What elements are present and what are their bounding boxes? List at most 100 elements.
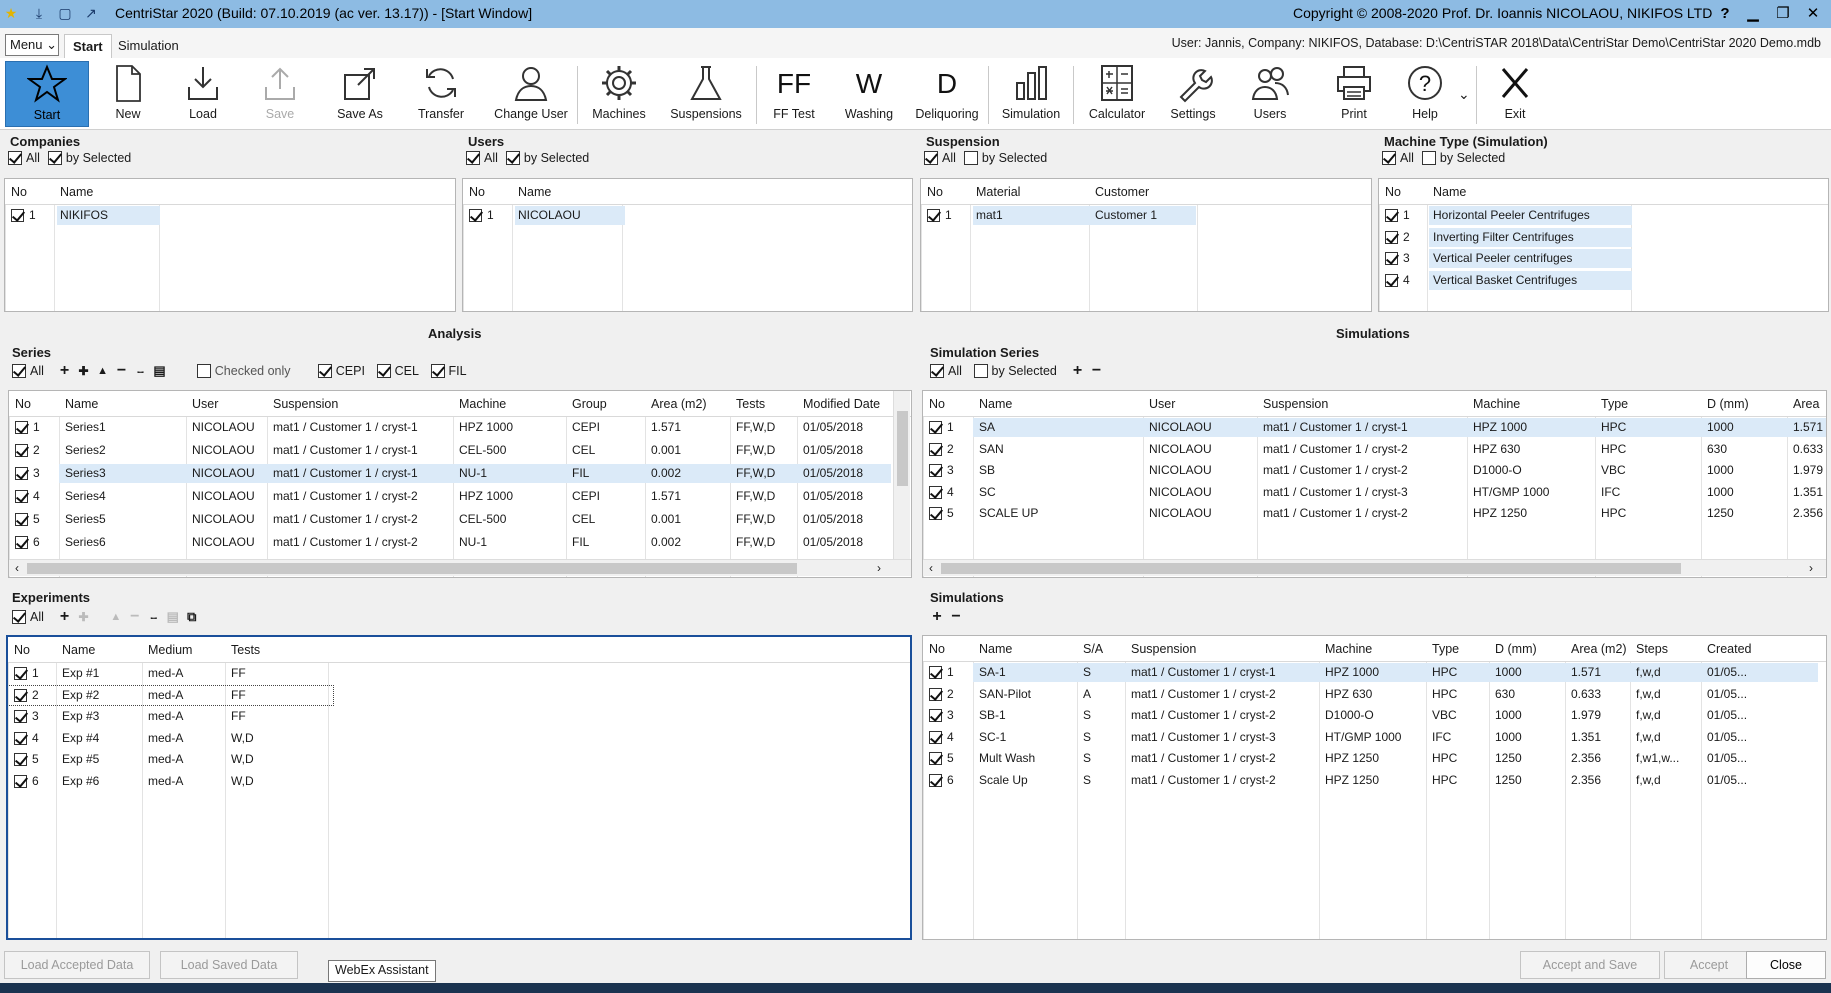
row-checkbox[interactable] (15, 467, 28, 481)
column-header[interactable]: Name (979, 642, 1012, 656)
row-checkbox[interactable] (929, 730, 942, 744)
table-row[interactable]: 3 SB NICOLAOU mat1 / Customer 1 / cryst-2 D1… (923, 461, 1826, 480)
row-checkbox[interactable] (927, 209, 940, 223)
row-checkbox[interactable] (929, 773, 942, 787)
column-header[interactable]: Created (1707, 642, 1751, 656)
row-checkbox[interactable] (1385, 209, 1398, 223)
row-checkbox[interactable] (15, 444, 28, 458)
table-row[interactable]: 2 Inverting Filter Centrifuges (1379, 227, 1828, 247)
ribbon-users-button[interactable]: Users (1240, 61, 1300, 127)
add-multiple-experiment-icon[interactable]: ✚ (75, 608, 93, 626)
machine-type-all-checkbox[interactable] (1382, 150, 1396, 165)
ribbon-help-button[interactable]: ? Help (1398, 61, 1452, 127)
table-row[interactable]: 3 Exp #3 med-A FF (8, 707, 910, 726)
column-header[interactable]: Suspension (1263, 397, 1328, 411)
column-header[interactable]: S/A (1083, 642, 1103, 656)
row-checkbox[interactable] (15, 513, 28, 527)
column-header[interactable]: D (mm) (1707, 397, 1749, 411)
remove-multiple-experiment-icon[interactable]: ⧿ (145, 608, 163, 626)
ribbon-settings-button[interactable]: Settings (1163, 61, 1223, 127)
row-checkbox[interactable] (929, 421, 942, 435)
ribbon-change-user-button[interactable]: Change User (490, 61, 572, 127)
help-dropdown-chevron-icon[interactable]: ⌄ (1458, 86, 1470, 103)
table-row[interactable]: 4 Series4 NICOLAOU mat1 / Customer 1 / crys… (9, 487, 911, 506)
ribbon-new-button[interactable]: New (103, 61, 153, 127)
row-checkbox[interactable] (15, 490, 28, 504)
ribbon-deliquoring-button[interactable]: D Deliquoring (910, 61, 984, 127)
column-header[interactable]: Machine (1325, 642, 1372, 656)
add-experiment-icon[interactable]: + (56, 608, 74, 626)
table-row[interactable]: 6 Scale Up Smat1 / Customer 1 / cryst-2 HPZ… (923, 771, 1826, 790)
ribbon-machines-button[interactable]: Machines (586, 61, 652, 127)
row-checkbox[interactable] (11, 209, 24, 223)
row-checkbox[interactable] (1385, 252, 1398, 266)
remove-simulation-icon[interactable]: − (947, 608, 965, 626)
accept-and-save-button[interactable]: Accept and Save (1520, 951, 1660, 979)
column-header[interactable]: No (15, 397, 31, 411)
table-row[interactable]: 3 SB-1 Smat1 / Customer 1 / cryst-2 D1000-O… (923, 706, 1826, 725)
column-header[interactable]: D (mm) (1495, 642, 1537, 656)
column-header[interactable]: No (929, 397, 945, 411)
experiment-move-up-icon[interactable]: ▲ (107, 608, 125, 626)
column-header[interactable]: No (14, 643, 30, 657)
row-checkbox[interactable] (14, 774, 27, 788)
sim-series-by-selected-checkbox[interactable] (973, 364, 988, 378)
row-checkbox[interactable] (929, 752, 942, 766)
add-simulation-icon[interactable]: + (928, 608, 946, 626)
table-row[interactable]: 5 Exp #5 med-A W,D (8, 750, 910, 769)
load-accepted-data-button[interactable]: Load Accepted Data (4, 951, 150, 979)
row-checkbox[interactable] (929, 687, 942, 701)
move-up-icon[interactable]: ▲ (94, 362, 112, 380)
column-header[interactable]: Area (m2) (651, 397, 707, 411)
experiments-all-checkbox[interactable] (12, 610, 26, 624)
add-multiple-series-icon[interactable]: ✚ (75, 362, 93, 380)
tab-simulation[interactable]: Simulation (110, 34, 187, 58)
row-checkbox[interactable] (1385, 273, 1398, 287)
machine-type-by-selected-checkbox[interactable] (1421, 150, 1436, 165)
column-header[interactable]: No (927, 185, 943, 199)
series-all-checkbox[interactable] (12, 364, 26, 378)
remove-multiple-series-icon[interactable]: ⧿ (132, 362, 150, 380)
column-header[interactable]: Name (518, 185, 551, 199)
table-row[interactable]: 2 SAN NICOLAOU mat1 / Customer 1 / cryst-2 H… (923, 440, 1826, 459)
row-checkbox[interactable] (929, 507, 942, 521)
row-checkbox[interactable] (14, 753, 27, 767)
ribbon-start-button[interactable]: Start (5, 61, 89, 127)
experiment-report-icon[interactable]: ▤ (164, 608, 182, 626)
column-header[interactable]: Modified Date (803, 397, 880, 411)
column-header[interactable]: Name (1433, 185, 1466, 199)
column-header[interactable]: Area (1793, 397, 1819, 411)
load-saved-data-button[interactable]: Load Saved Data (160, 951, 298, 979)
table-row[interactable]: 5 Mult Wash Smat1 / Customer 1 / cryst-2 HP… (923, 749, 1826, 768)
row-checkbox[interactable] (929, 485, 942, 499)
row-checkbox[interactable] (469, 209, 482, 223)
quick-load-icon[interactable]: ⤓ (30, 4, 48, 22)
ribbon-ff-test-button[interactable]: FF FF Test (766, 61, 822, 127)
cel-checkbox[interactable] (376, 364, 391, 378)
ribbon-transfer-button[interactable]: Transfer (410, 61, 472, 127)
series-report-icon[interactable]: ▤ (151, 362, 169, 380)
row-checkbox[interactable] (929, 709, 942, 723)
fil-checkbox[interactable] (430, 364, 445, 378)
minimize-icon[interactable]: ▁ (1740, 2, 1766, 26)
column-header[interactable]: No (1385, 185, 1401, 199)
table-row[interactable]: 4 SC NICOLAOU mat1 / Customer 1 / cryst-3 HT… (923, 483, 1826, 502)
table-row[interactable]: 1 SA-1 Smat1 / Customer 1 / cryst-1 HPZ 100… (923, 663, 1826, 682)
table-row[interactable]: 2 Exp #2 med-A FF (8, 684, 334, 706)
row-checkbox[interactable] (14, 667, 27, 681)
table-row[interactable]: 3 Series3 NICOLAOU mat1 / Customer 1 / crys… (9, 464, 911, 483)
table-row[interactable]: 1 NIKIFOS (5, 206, 455, 225)
column-header[interactable]: Tests (231, 643, 260, 657)
series-horizontal-scrollbar[interactable]: ‹ › (9, 559, 911, 576)
cepi-checkbox[interactable] (317, 364, 332, 378)
add-series-icon[interactable]: + (56, 362, 74, 380)
column-header[interactable]: No (469, 185, 485, 199)
help-button[interactable]: ? (1712, 2, 1738, 26)
ribbon-calculator-button[interactable]: Calculator (1080, 61, 1154, 127)
checked-only-checkbox[interactable] (196, 364, 211, 378)
ribbon-washing-button[interactable]: W Washing (838, 61, 900, 127)
add-sim-series-icon[interactable]: + (1068, 362, 1086, 380)
column-header[interactable]: Customer (1095, 185, 1149, 199)
ribbon-save-button[interactable]: Save (255, 61, 305, 127)
row-checkbox[interactable] (14, 688, 27, 702)
